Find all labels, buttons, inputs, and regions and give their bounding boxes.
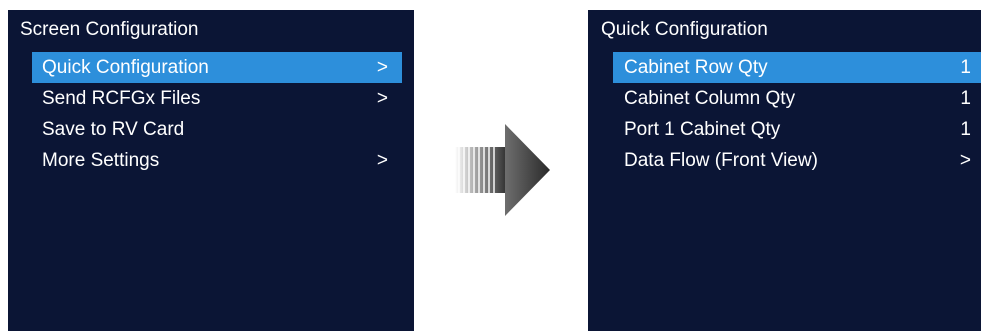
menu-item-port-1-cabinet-qty[interactable]: Port 1 Cabinet Qty 1 (613, 114, 981, 145)
menu-item-label: Port 1 Cabinet Qty (624, 119, 781, 140)
menu-item-cabinet-row-qty[interactable]: Cabinet Row Qty 1 (613, 52, 981, 83)
menu-item-label: Cabinet Column Qty (624, 88, 796, 109)
panel-title: Quick Configuration (601, 19, 768, 40)
menu-item-value: 1 (960, 88, 971, 109)
menu-item-value: 1 (960, 57, 971, 78)
quick-configuration-menu: Cabinet Row Qty 1 Cabinet Column Qty 1 P… (613, 52, 981, 176)
menu-item-label: Send RCFGx Files (42, 88, 201, 109)
menu-item-send-rcfgx-files[interactable]: Send RCFGx Files > (32, 83, 402, 114)
right-arrow-icon (455, 124, 550, 216)
menu-item-data-flow-front-view[interactable]: Data Flow (Front View) > (613, 145, 981, 176)
menu-item-label: Data Flow (Front View) (624, 150, 818, 171)
chevron-right-icon: > (376, 57, 388, 78)
menu-item-value: 1 (960, 119, 971, 140)
panel-title: Screen Configuration (20, 19, 199, 40)
menu-item-label: Quick Configuration (42, 57, 209, 78)
menu-item-more-settings[interactable]: More Settings > (32, 145, 402, 176)
menu-item-label: More Settings (42, 150, 160, 171)
chevron-right-icon: > (376, 150, 388, 171)
menu-item-save-to-rv-card[interactable]: Save to RV Card (32, 114, 402, 145)
chevron-right-icon: > (959, 150, 971, 171)
menu-item-cabinet-column-qty[interactable]: Cabinet Column Qty 1 (613, 83, 981, 114)
menu-item-quick-configuration[interactable]: Quick Configuration > (32, 52, 402, 83)
chevron-right-icon: > (376, 88, 388, 109)
screen-configuration-panel: Screen Configuration Quick Configuration… (8, 10, 414, 331)
menu-item-label: Cabinet Row Qty (624, 57, 768, 78)
screen-configuration-menu: Quick Configuration > Send RCFGx Files >… (32, 52, 402, 176)
quick-configuration-panel: Quick Configuration Cabinet Row Qty 1 Ca… (588, 10, 981, 331)
menu-item-label: Save to RV Card (42, 119, 185, 140)
